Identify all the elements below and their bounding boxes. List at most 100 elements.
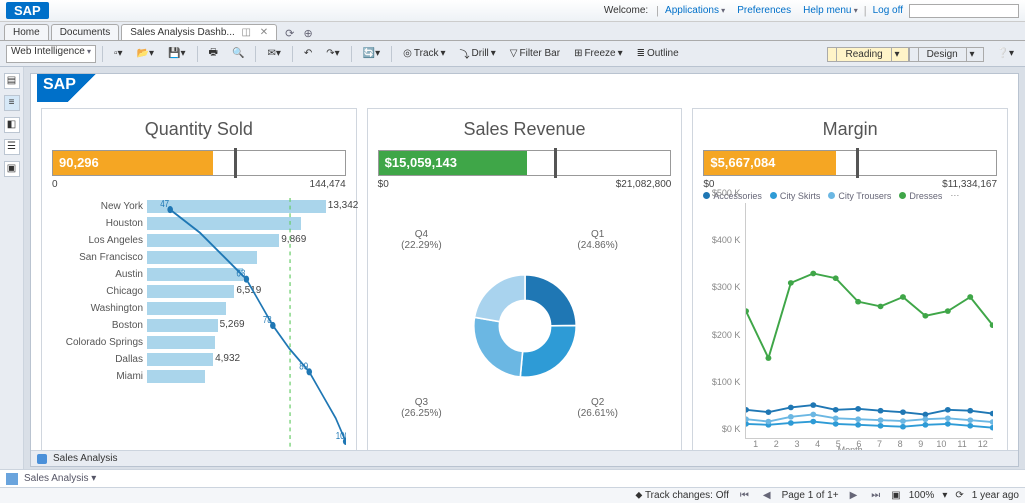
panel-quantity-sold: Quantity Sold 90,296 0144,474 New York 1… — [41, 108, 357, 460]
bar-row: Washington — [52, 300, 346, 317]
zoom-level[interactable]: 100% — [909, 490, 935, 501]
refresh-data-icon[interactable]: 🔄▾ — [358, 46, 385, 61]
quantity-bar-chart: New York 13,342 Houston Los Angeles 9,86… — [52, 198, 346, 453]
document-tabs: Home Documents Sales Analysis Dashb... ◫… — [0, 22, 1025, 41]
status-bar: ⬥ Track changes: Off ⏮ ◀ Page 1 of 1+ ▶ … — [0, 487, 1025, 503]
drill-button[interactable]: ⤵ Drill ▾ — [455, 44, 501, 63]
tab-reader-icon[interactable]: ◫ — [242, 27, 251, 38]
bar-label: Washington — [52, 303, 147, 314]
breadcrumb-sales-analysis[interactable]: Sales Analysis — [24, 473, 96, 484]
panel-title: Sales Revenue — [378, 119, 672, 140]
bar-label: Miami — [52, 371, 147, 382]
bar-row: Houston — [52, 215, 346, 232]
next-page-icon[interactable]: ▶ — [847, 490, 861, 501]
workarea: ▤ ≡ ◧ ☰ ▣ SAP Quantity Sold 90,296 0144,… — [0, 67, 1025, 469]
log-off-link[interactable]: Log off — [873, 5, 903, 16]
legend-item: Dresses — [899, 190, 942, 201]
undo-icon[interactable]: ↶ — [299, 46, 317, 61]
bar-label: Los Angeles — [52, 235, 147, 246]
report-document: SAP Quantity Sold 90,296 0144,474 New Yo… — [30, 73, 1019, 467]
welcome-label: Welcome: — [604, 5, 648, 16]
axis-max: 144,474 — [310, 179, 346, 190]
sap-logo: SAP — [6, 2, 49, 19]
bar-label: San Francisco — [52, 252, 147, 263]
nav-data-icon[interactable]: ≡ — [4, 95, 20, 111]
report-canvas: SAP Quantity Sold 90,296 0144,474 New Yo… — [24, 67, 1025, 469]
preferences-link[interactable]: Preferences — [737, 5, 791, 16]
revenue-donut-chart: Q1(24.86%)Q2(26.61%)Q3(26.25%)Q4(22.29%) — [378, 198, 672, 453]
toolbar: Web Intelligence ▫▾ 📂▾ 💾▾ 🖶 🔍 ✉▾ ↶ ↷▾ 🔄▾… — [0, 41, 1025, 67]
design-mode[interactable]: Design ▾ — [909, 47, 984, 62]
bar-row: Austin — [52, 266, 346, 283]
legend-item: City Skirts — [770, 190, 821, 201]
tab-home[interactable]: Home — [4, 24, 49, 40]
margin-metric-bar: $5,667,084 — [703, 150, 997, 176]
pin-icon[interactable]: ⊕ — [303, 28, 312, 40]
revenue-value: $15,059,143 — [385, 155, 457, 170]
bar-row: Los Angeles 9,869 — [52, 232, 346, 249]
freeze-button[interactable]: ⊞ Freeze ▾ — [569, 46, 628, 61]
bar-row: Chicago 6,519 — [52, 283, 346, 300]
axis-max: $21,082,800 — [616, 179, 672, 190]
svg-text:100: 100 — [336, 430, 346, 441]
open-icon[interactable]: 📂▾ — [132, 46, 159, 61]
bar-row: Miami — [52, 368, 346, 385]
first-page-icon[interactable]: ⏮ — [737, 490, 752, 501]
tab-documents[interactable]: Documents — [51, 24, 120, 40]
bar-label: Dallas — [52, 354, 147, 365]
revenue-metric-bar: $15,059,143 — [378, 150, 672, 176]
margin-line-chart: $0 K$100 K$200 K$300 K$400 K$500 K 12345… — [703, 203, 997, 453]
find-icon[interactable]: 🔍 — [227, 46, 249, 61]
home-icon[interactable] — [6, 473, 18, 485]
close-icon[interactable]: ✕ — [260, 27, 268, 38]
panel-margin: Margin $5,667,084 $0$11,334,167 Accessor… — [692, 108, 1008, 460]
outline-button[interactable]: ≣ Outline — [632, 46, 684, 61]
applications-link[interactable]: Applications — [665, 5, 725, 16]
nav-map-icon[interactable]: ▤ — [4, 73, 20, 89]
refresh-icon[interactable]: ⟳ — [285, 28, 294, 40]
last-updated: 1 year ago — [972, 490, 1019, 501]
bar-label: Chicago — [52, 286, 147, 297]
web-intelligence-dropdown[interactable]: Web Intelligence — [6, 45, 96, 63]
new-icon[interactable]: ▫▾ — [109, 46, 128, 61]
prev-page-icon[interactable]: ◀ — [760, 490, 774, 501]
doc-sap-logo: SAP — [37, 74, 107, 102]
legend-more-icon[interactable]: ⋯ — [950, 190, 959, 201]
search-input[interactable] — [909, 4, 1019, 18]
mode-switch: Reading ▾Design ▾ — [827, 48, 983, 60]
panel-title: Margin — [703, 119, 997, 140]
side-rail: ▤ ≡ ◧ ☰ ▣ — [0, 67, 24, 469]
mail-icon[interactable]: ✉▾ — [262, 46, 285, 61]
save-icon[interactable]: 💾▾ — [163, 46, 190, 61]
bar-label: Austin — [52, 269, 147, 280]
quantity-value: 90,296 — [59, 155, 99, 170]
refresh-status-icon[interactable]: ⟳ — [955, 490, 963, 501]
track-changes-status: ⬥ Track changes: Off — [635, 490, 729, 501]
axis-min: $0 — [378, 179, 389, 190]
app-header: SAP Welcome: | Applications Preferences … — [0, 0, 1025, 22]
tab-sales-analysis-dashboard[interactable]: Sales Analysis Dashb... ◫ ✕ — [121, 24, 277, 40]
nav-doc-icon[interactable]: ▣ — [4, 161, 20, 177]
fit-page-icon[interactable]: ▣ — [891, 490, 900, 501]
axis-max: $11,334,167 — [942, 179, 997, 190]
nav-user-icon[interactable]: ☰ — [4, 139, 20, 155]
help-icon[interactable]: ❔▾ — [992, 46, 1019, 61]
print-icon[interactable]: 🖶 — [204, 43, 223, 64]
report-tab-pin-icon[interactable] — [37, 454, 47, 464]
filter-bar-button[interactable]: ▽ Filter Bar — [505, 46, 565, 61]
report-tab-sales-analysis[interactable]: Sales Analysis — [53, 453, 117, 464]
axis-min: 0 — [52, 179, 58, 190]
last-page-icon[interactable]: ⏭ — [868, 490, 883, 501]
margin-legend: AccessoriesCity SkirtsCity TrousersDress… — [703, 190, 997, 201]
bar-row: New York 13,342 — [52, 198, 346, 215]
legend-item: City Trousers — [828, 190, 891, 201]
margin-value: $5,667,084 — [710, 155, 775, 170]
redo-icon[interactable]: ↷▾ — [321, 46, 344, 61]
track-button[interactable]: ◎ Track ▾ — [398, 46, 450, 61]
reading-mode[interactable]: Reading ▾ — [827, 47, 908, 62]
nav-input-icon[interactable]: ◧ — [4, 117, 20, 133]
help-menu-link[interactable]: Help menu — [803, 5, 858, 16]
bar-label: New York — [52, 201, 147, 212]
bar-row: Boston 5,269 — [52, 317, 346, 334]
bar-label: Boston — [52, 320, 147, 331]
